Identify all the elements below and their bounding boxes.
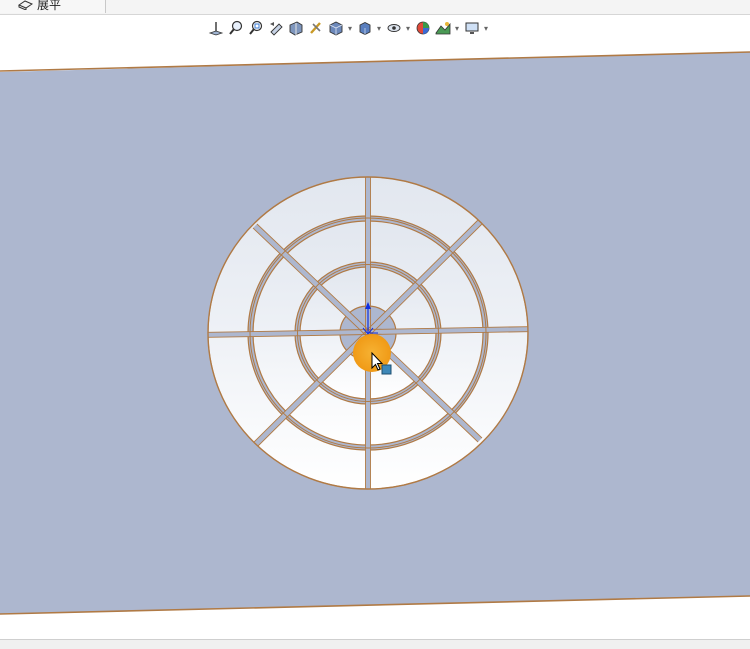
dynamic-annotation-icon[interactable] <box>306 19 325 38</box>
heads-up-view-toolbar: ▾ ▾ ▾ ▾ ▾ <box>206 18 490 38</box>
previous-view-icon[interactable] <box>266 19 285 38</box>
view-orientation-icon[interactable] <box>326 19 345 38</box>
edit-appearance-icon[interactable] <box>413 19 432 38</box>
display-style-icon[interactable] <box>355 19 374 38</box>
view-orientation-dropdown-icon[interactable]: ▾ <box>346 19 354 38</box>
face-selection-badge-icon <box>381 364 392 375</box>
view-settings-dropdown-icon[interactable]: ▾ <box>482 19 490 38</box>
display-style-dropdown-icon[interactable]: ▾ <box>375 19 383 38</box>
zoom-to-area-icon[interactable] <box>246 19 265 38</box>
section-view-icon[interactable] <box>286 19 305 38</box>
status-bar <box>0 639 750 649</box>
hide-show-items-icon[interactable] <box>384 19 403 38</box>
zoom-to-fit-icon[interactable] <box>226 19 245 38</box>
apply-scene-dropdown-icon[interactable]: ▾ <box>453 19 461 38</box>
apply-scene-icon[interactable] <box>433 19 452 38</box>
graphics-viewport[interactable] <box>0 0 750 649</box>
view-settings-icon[interactable] <box>462 19 481 38</box>
hide-show-dropdown-icon[interactable]: ▾ <box>404 19 412 38</box>
view-normal-icon[interactable] <box>206 19 225 38</box>
